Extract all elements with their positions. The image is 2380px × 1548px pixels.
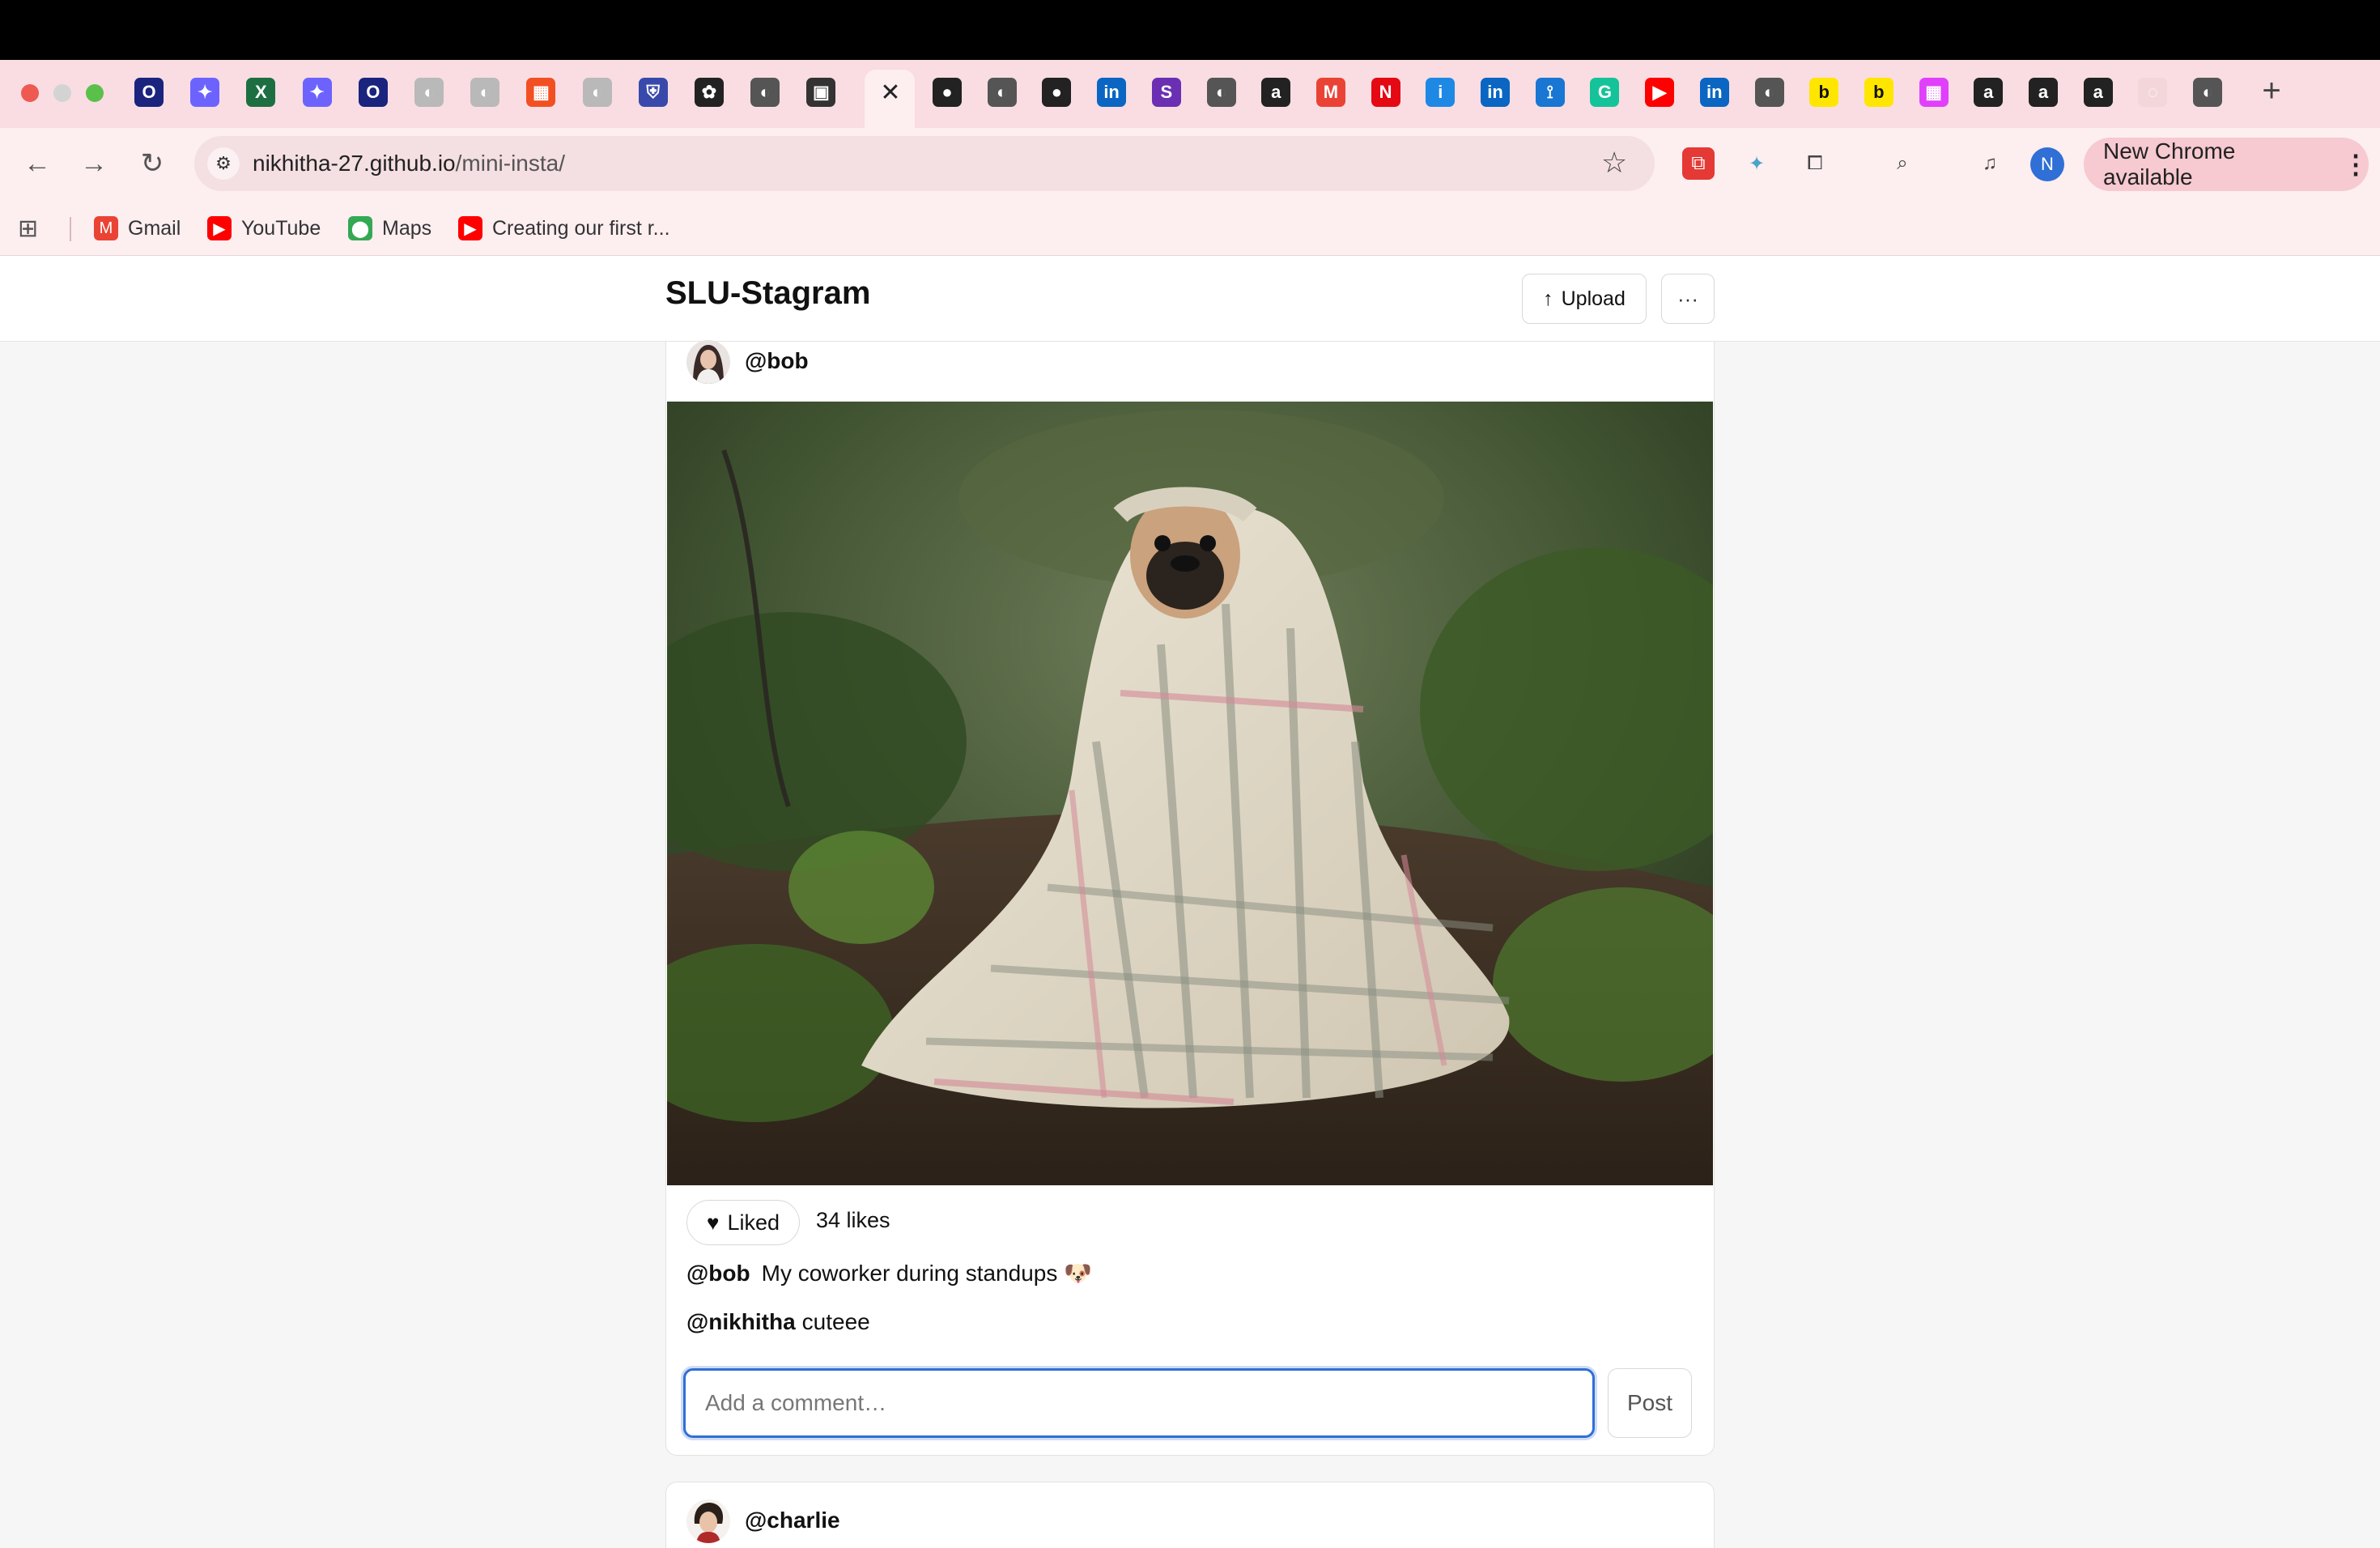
opera-icon[interactable]: O xyxy=(358,78,388,107)
comment-item: @nikhitha cuteee xyxy=(686,1309,870,1335)
github-icon[interactable]: ● xyxy=(933,78,962,107)
youtube-icon: ▶ xyxy=(458,216,482,240)
bookmark-label: Maps xyxy=(382,216,432,240)
linkedin-icon[interactable]: in xyxy=(1481,78,1510,107)
likes-count: 34 likes xyxy=(816,1208,890,1232)
youtube-icon: ▶ xyxy=(207,216,232,240)
tab-strip xyxy=(0,60,2380,128)
bookmark-label: Creating our first r... xyxy=(492,216,670,240)
bookmark-youtube[interactable]: ▶ YouTube xyxy=(207,214,321,243)
globe-icon[interactable]: ◐ xyxy=(1206,78,1236,107)
update-label: New Chrome available xyxy=(2103,138,2236,189)
bookmark-gmail[interactable]: M Gmail xyxy=(94,214,181,243)
more-options-button[interactable]: ··· xyxy=(1661,274,1715,324)
app-header xyxy=(0,256,2380,342)
post-photo xyxy=(667,402,1713,1185)
copilot-icon[interactable]: ✦ xyxy=(302,78,332,107)
comment-username[interactable]: @nikhitha xyxy=(686,1309,796,1334)
bob-avatar[interactable] xyxy=(686,340,730,384)
site-info-icon[interactable]: ⚙ xyxy=(207,147,240,180)
maps-pin-icon: ⬤ xyxy=(348,216,372,240)
gmail-icon[interactable]: M xyxy=(1315,78,1345,107)
globe-icon[interactable]: ◐ xyxy=(750,78,780,107)
kebab-menu-icon: ⋮ xyxy=(2343,150,2369,179)
bookmark-maps[interactable]: ⬤ Maps xyxy=(348,214,431,243)
charlie-avatar[interactable] xyxy=(686,1499,730,1543)
like-button[interactable]: ♥ Liked xyxy=(686,1200,800,1245)
post-comment-button[interactable]: Post xyxy=(1608,1368,1692,1438)
post-username[interactable]: @bob xyxy=(745,348,809,374)
apps-grid-icon[interactable]: ⊞ xyxy=(18,214,38,243)
pdf-extension-icon[interactable]: ⧉ xyxy=(1682,147,1715,180)
globe-icon[interactable]: ◐ xyxy=(582,78,612,107)
new-tab-button[interactable]: + xyxy=(2255,73,2288,108)
amazon-icon[interactable]: a xyxy=(2083,78,2113,107)
app-title[interactable]: SLU-Stagram xyxy=(665,275,870,312)
b-icon[interactable]: b xyxy=(1864,78,1893,107)
close-tab-icon[interactable]: ✕ xyxy=(876,78,905,107)
linkedin-icon[interactable]: in xyxy=(1699,78,1729,107)
bookmark-label: YouTube xyxy=(241,216,321,240)
github-icon[interactable]: ● xyxy=(1042,78,1072,107)
globe-icon[interactable]: ◐ xyxy=(1754,78,1784,107)
globe-icon[interactable]: ◐ xyxy=(414,78,444,107)
bookmark-label: Gmail xyxy=(128,216,181,240)
bookmark-star-icon[interactable]: ☆ xyxy=(1601,146,1627,180)
linkedin-icon[interactable]: in xyxy=(1097,78,1127,107)
tab-search-icon[interactable]: ⌕ xyxy=(1886,147,1919,180)
upload-label: Upload xyxy=(1561,287,1626,310)
reload-icon[interactable]: ↻ xyxy=(134,146,170,181)
maximize-window-button[interactable] xyxy=(86,84,104,102)
upload-arrow-icon: ↑ xyxy=(1543,287,1553,310)
amazon-icon[interactable]: a xyxy=(2029,78,2058,107)
tie-icon[interactable]: ⟟ xyxy=(1535,78,1565,107)
globe-icon[interactable]: ◐ xyxy=(2193,78,2223,107)
back-arrow-icon[interactable]: ← xyxy=(19,146,55,181)
b-icon[interactable]: b xyxy=(1809,78,1839,107)
caption-username[interactable]: @bob xyxy=(686,1261,750,1286)
menu-bar-area xyxy=(0,0,2380,60)
close-window-button[interactable] xyxy=(21,84,39,102)
youtube-icon[interactable]: ▶ xyxy=(1645,78,1675,107)
next-post-username[interactable]: @charlie xyxy=(745,1508,840,1533)
s-icon[interactable]: S xyxy=(1151,78,1181,107)
url-text[interactable]: nikhitha-27.github.io/mini-insta/ xyxy=(253,147,565,180)
grammarly-icon[interactable]: G xyxy=(1590,78,1620,107)
gmail-icon: M xyxy=(94,216,118,240)
opera-icon[interactable]: O xyxy=(134,78,164,107)
upload-button[interactable]: ↑ Upload xyxy=(1522,274,1647,324)
excel-icon[interactable]: X xyxy=(246,78,276,107)
heart-icon: ♥ xyxy=(707,1210,720,1235)
loading-icon[interactable]: ◌ xyxy=(2138,78,2168,107)
bookmarks-divider xyxy=(70,217,71,241)
comment-text: cuteee xyxy=(801,1309,870,1334)
shield-icon[interactable]: ⛨ xyxy=(638,78,668,107)
colorful-icon[interactable]: ▦ xyxy=(1919,78,1949,107)
forward-arrow-icon[interactable]: → xyxy=(76,146,112,181)
caption-text: My coworker during standups 🐶 xyxy=(761,1261,1092,1286)
comment-input[interactable] xyxy=(683,1368,1595,1438)
microsoft-icon[interactable]: ▦ xyxy=(526,78,556,107)
bookmark-creating-our-first-r[interactable]: ▶ Creating our first r... xyxy=(458,214,670,243)
netflix-icon[interactable]: N xyxy=(1371,78,1400,107)
info-icon[interactable]: i xyxy=(1426,78,1456,107)
update-chrome-button[interactable]: New Chrome available ⋮ xyxy=(2084,138,2369,191)
profile-avatar[interactable]: N xyxy=(2030,147,2064,181)
globe-icon[interactable]: ◐ xyxy=(987,78,1017,107)
extensions-puzzle-icon[interactable]: ⧠ xyxy=(1799,147,1831,180)
media-control-icon[interactable]: ♫ xyxy=(1974,147,2006,180)
amazon-icon[interactable]: a xyxy=(1261,78,1291,107)
post-caption: @bob My coworker during standups 🐶 xyxy=(686,1260,1092,1286)
ai-extension-icon[interactable]: ✦ xyxy=(1740,147,1773,180)
like-label: Liked xyxy=(727,1210,780,1235)
minimize-window-button[interactable] xyxy=(53,84,71,102)
openai-icon[interactable]: ✿ xyxy=(695,78,724,107)
amazon-icon[interactable]: a xyxy=(1974,78,2004,107)
globe-icon[interactable]: ◐ xyxy=(470,78,500,107)
gallery-icon[interactable]: ▣ xyxy=(806,78,836,107)
copilot-icon[interactable]: ✦ xyxy=(190,78,220,107)
